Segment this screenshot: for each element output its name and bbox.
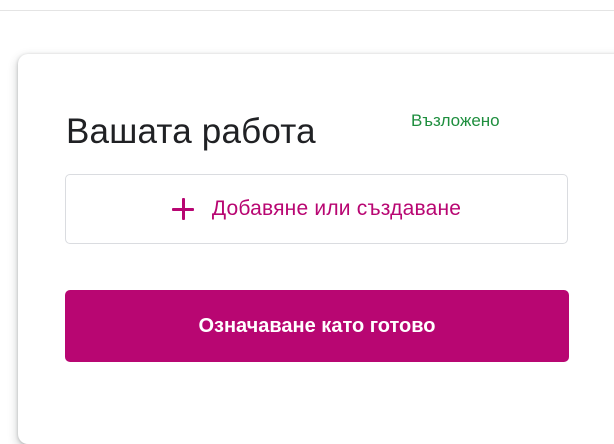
mark-as-done-label: Означаване като готово <box>198 314 436 337</box>
card-title: Вашата работа <box>66 112 316 151</box>
plus-icon <box>171 198 194 220</box>
assignment-status: Възложено <box>411 111 500 130</box>
mark-as-done-button[interactable]: Означаване като готово <box>65 290 569 362</box>
top-divider <box>0 10 614 11</box>
add-or-create-label: Добавяне или създаване <box>211 197 462 220</box>
add-or-create-button[interactable]: Добавяне или създаване <box>65 174 568 244</box>
